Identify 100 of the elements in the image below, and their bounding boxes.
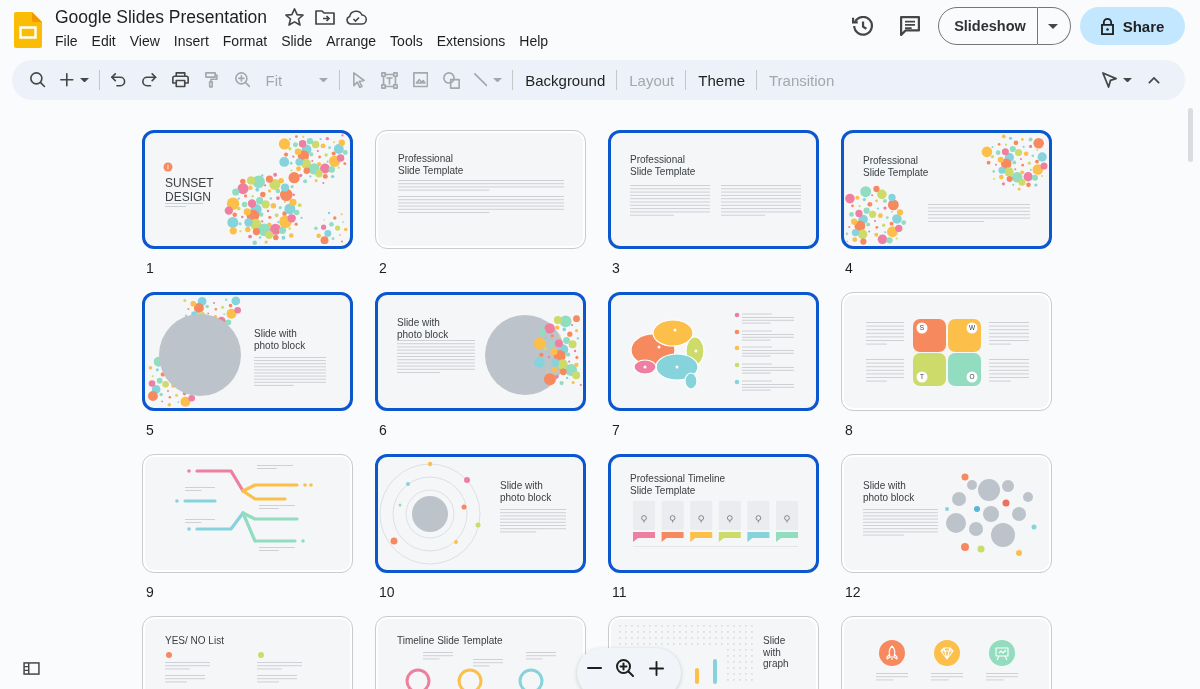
- menu-item[interactable]: View: [122, 30, 167, 52]
- menu-item[interactable]: Insert: [166, 30, 216, 52]
- dot-icon: [945, 507, 949, 511]
- slide-thumbnail[interactable]: Slide with photo block: [375, 454, 586, 573]
- slide-thumbnail[interactable]: Professional Timeline Slide Template: [608, 454, 819, 573]
- photo-placeholder: [969, 522, 983, 536]
- slide-thumbnail[interactable]: [608, 292, 819, 411]
- slide-thumbnail[interactable]: Professional Slide Template: [375, 130, 586, 249]
- placeholder-text-drawing: [473, 659, 503, 667]
- menu-item[interactable]: Slide: [274, 30, 320, 52]
- slide-number: 9: [146, 583, 155, 602]
- step-dot-icon: [734, 329, 740, 335]
- placeholder-text-drawing: [989, 322, 1029, 345]
- menu-item[interactable]: Edit: [84, 30, 123, 52]
- share-button[interactable]: Share: [1080, 7, 1185, 45]
- caret-icon: [79, 77, 89, 83]
- menu-item[interactable]: Tools: [383, 30, 430, 52]
- slide-thumbnail[interactable]: Timeline Slide Template: [375, 616, 586, 689]
- step-dot-icon: [734, 362, 740, 368]
- star-icon[interactable]: [285, 8, 305, 26]
- placeholder-text-drawing: [876, 673, 908, 681]
- photo-placeholder: [946, 513, 966, 533]
- slide-thumbnail[interactable]: Slide with photo block: [841, 454, 1052, 573]
- toolbar-text-button[interactable]: Background: [518, 66, 615, 94]
- menu-item[interactable]: File: [48, 30, 85, 52]
- menu-item[interactable]: Help: [512, 30, 556, 52]
- swot-quadrant: [913, 353, 946, 386]
- placeholder-text-drawing: [866, 322, 904, 345]
- slide-thumbnail[interactable]: Professional Slide Template: [608, 130, 819, 249]
- placeholder-text-drawing: [259, 505, 295, 509]
- dot-icon: [977, 545, 985, 553]
- slide-title: Timeline Slide Template: [397, 635, 503, 646]
- scrollbar-thumb[interactable]: [1188, 108, 1193, 162]
- placeholder-text-drawing: [165, 662, 210, 670]
- cloud-check-icon[interactable]: [346, 9, 369, 25]
- toolbar-text-button[interactable]: Theme: [691, 66, 754, 94]
- move-folder-icon[interactable]: [315, 9, 336, 25]
- pictogram-icon: [641, 515, 647, 523]
- dot-icon: [961, 473, 969, 481]
- timeline-tag: [633, 532, 655, 542]
- timeline-ring: [457, 668, 483, 689]
- slide-number: 11: [612, 583, 628, 602]
- pictogram-icon: [755, 515, 762, 523]
- slide-thumbnail[interactable]: SUNSET DESIGN: [142, 130, 353, 249]
- placeholder-text-drawing: [866, 359, 904, 382]
- slide-title: Professional Slide Template: [398, 153, 464, 176]
- dot-icon: [166, 652, 172, 658]
- placeholder-text-drawing: [742, 334, 794, 341]
- caret-icon: [493, 77, 503, 83]
- image-icon: [412, 72, 429, 88]
- slide-number: 6: [379, 421, 388, 440]
- menu-item[interactable]: Extensions: [429, 30, 513, 52]
- photo-placeholder: [1023, 492, 1033, 502]
- timeline-card: [776, 501, 798, 530]
- placeholder-text-drawing: [986, 673, 1018, 681]
- slide-number: 2: [379, 259, 388, 278]
- slide-title: Slide with photo block: [254, 328, 306, 351]
- dot-icon: [1016, 550, 1022, 556]
- timeline-card: [690, 501, 713, 530]
- photo-placeholder: [1012, 507, 1026, 521]
- pictogram-icon: [784, 515, 790, 523]
- slide-thumbnail[interactable]: Slide with photo block: [375, 292, 586, 411]
- timeline-tag: [747, 532, 770, 542]
- chart-bar: [695, 668, 699, 684]
- step-dot-icon: [734, 379, 740, 385]
- caret-icon: [1123, 77, 1132, 83]
- dot-grid-drawing: [727, 649, 753, 681]
- filmstrip-icon: [22, 661, 40, 675]
- zoom-in-icon: [616, 659, 634, 677]
- menu-item[interactable]: Arrange: [319, 30, 384, 52]
- slide-title: Slide with graph: [763, 635, 789, 669]
- slide-number: 12: [845, 583, 862, 602]
- logo-dot-icon: [163, 162, 173, 172]
- slide-thumbnail[interactable]: YES/ NO List: [142, 616, 353, 689]
- text-box-icon: [381, 71, 399, 89]
- placeholder-text-drawing: [742, 350, 794, 357]
- placeholder-text-drawing: [742, 317, 794, 324]
- printer-icon: [172, 72, 190, 88]
- document-title[interactable]: Google Slides Presentation: [48, 5, 268, 29]
- caret-icon: [318, 77, 328, 83]
- chart-bar: [713, 659, 717, 684]
- slide-number: 3: [612, 259, 621, 278]
- placeholder-text-drawing: [500, 509, 566, 533]
- placeholder-text-drawing: [185, 519, 215, 523]
- minus-icon: [586, 667, 602, 669]
- plus-icon: [648, 660, 664, 676]
- slide-thumbnail[interactable]: Professional Slide Template: [841, 130, 1052, 249]
- slide-thumbnail[interactable]: Slide with photo block: [142, 292, 353, 411]
- placeholder-text-drawing: [254, 357, 326, 386]
- step-dot-icon: [734, 312, 740, 318]
- slide-title: Professional Slide Template: [630, 154, 696, 177]
- slide-title: Professional Slide Template: [863, 155, 929, 178]
- bubble-cluster-drawing: [981, 134, 1048, 191]
- placeholder-text-drawing: [259, 547, 295, 551]
- bubble-cluster-drawing: [314, 211, 348, 245]
- cursor-icon: [352, 71, 365, 89]
- comment-icon: [900, 16, 920, 36]
- placeholder-text-drawing: [989, 359, 1029, 382]
- menu-item[interactable]: Format: [215, 30, 275, 52]
- zoom-in-icon: [234, 72, 251, 88]
